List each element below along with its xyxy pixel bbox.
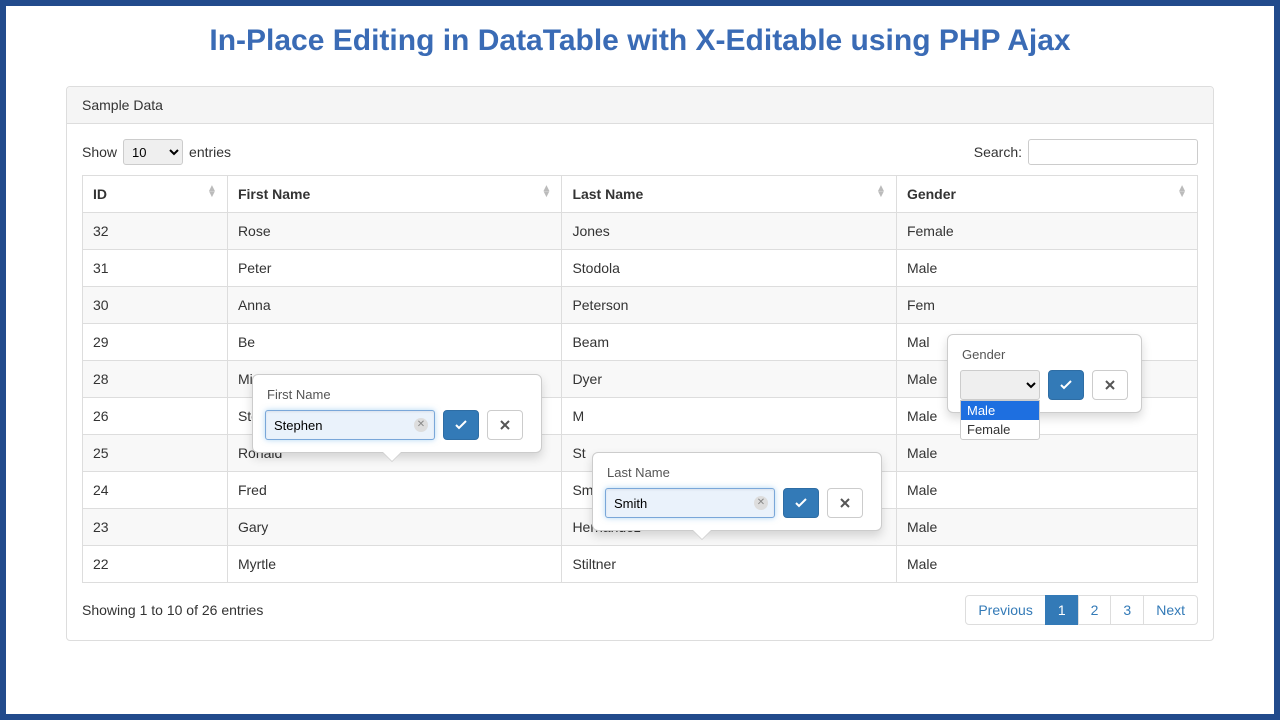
cell-id: 32: [83, 213, 228, 250]
cell-last-name[interactable]: M: [562, 398, 897, 435]
confirm-button[interactable]: [783, 488, 819, 518]
page-prev[interactable]: Previous: [965, 595, 1045, 625]
page-2[interactable]: 2: [1078, 595, 1112, 625]
page-3[interactable]: 3: [1110, 595, 1144, 625]
cell-id: 23: [83, 509, 228, 546]
x-icon: [1105, 380, 1115, 390]
gender-option-male[interactable]: Male: [961, 401, 1039, 420]
cell-id: 24: [83, 472, 228, 509]
panel-body: Show 10 entries Search: ID▲▼ First Name▲…: [67, 124, 1213, 640]
cell-id: 25: [83, 435, 228, 472]
sort-icon: ▲▼: [1177, 186, 1187, 198]
cell-id: 30: [83, 287, 228, 324]
cell-last-name[interactable]: Dyer: [562, 361, 897, 398]
popover-arrow: [383, 452, 401, 461]
cancel-button[interactable]: [487, 410, 523, 440]
cell-gender[interactable]: Male: [896, 435, 1197, 472]
sort-icon: ▲▼: [542, 186, 552, 198]
cell-last-name[interactable]: Peterson: [562, 287, 897, 324]
cell-gender[interactable]: Fem: [896, 287, 1197, 324]
table-row: 30AnnaPetersonFem: [83, 287, 1198, 324]
cell-gender[interactable]: Female: [896, 213, 1197, 250]
popover-title: First Name: [261, 383, 533, 410]
cell-gender[interactable]: Male: [896, 250, 1197, 287]
col-gender[interactable]: Gender▲▼: [896, 176, 1197, 213]
cell-last-name[interactable]: Jones: [562, 213, 897, 250]
cell-id: 29: [83, 324, 228, 361]
check-icon: [1060, 380, 1072, 390]
table-info: Showing 1 to 10 of 26 entries: [82, 602, 263, 618]
cell-gender[interactable]: Male: [896, 546, 1197, 583]
cell-first-name[interactable]: Myrtle: [227, 546, 562, 583]
panel-heading: Sample Data: [67, 87, 1213, 124]
check-icon: [795, 498, 807, 508]
table-row: 22MyrtleStiltnerMale: [83, 546, 1198, 583]
check-icon: [455, 420, 467, 430]
page-title: In-Place Editing in DataTable with X-Edi…: [66, 24, 1214, 58]
search-input[interactable]: [1028, 139, 1198, 165]
cell-first-name[interactable]: Rose: [227, 213, 562, 250]
cell-first-name[interactable]: Gary: [227, 509, 562, 546]
editable-popover-first-name: First Name ✕: [252, 374, 542, 453]
table-row: 32RoseJonesFemale: [83, 213, 1198, 250]
cell-gender[interactable]: Male: [896, 509, 1197, 546]
confirm-button[interactable]: [443, 410, 479, 440]
length-control: Show 10 entries: [82, 139, 231, 165]
search-label: Search:: [974, 144, 1022, 160]
cell-first-name[interactable]: Peter: [227, 250, 562, 287]
confirm-button[interactable]: [1048, 370, 1084, 400]
clear-icon[interactable]: ✕: [414, 418, 428, 432]
gender-dropdown: Male Female: [960, 400, 1040, 440]
gender-option-female[interactable]: Female: [961, 420, 1039, 439]
cell-gender[interactable]: Male: [896, 472, 1197, 509]
show-label: Show: [82, 144, 117, 160]
cell-last-name[interactable]: Beam: [562, 324, 897, 361]
cell-id: 26: [83, 398, 228, 435]
cancel-button[interactable]: [1092, 370, 1128, 400]
editable-popover-gender: Gender Male Female: [947, 334, 1142, 413]
sort-icon: ▲▼: [207, 186, 217, 198]
col-last-name[interactable]: Last Name▲▼: [562, 176, 897, 213]
clear-icon[interactable]: ✕: [754, 496, 768, 510]
cell-last-name[interactable]: Stodola: [562, 250, 897, 287]
x-icon: [500, 420, 510, 430]
cell-id: 31: [83, 250, 228, 287]
search-control: Search:: [974, 139, 1198, 165]
cancel-button[interactable]: [827, 488, 863, 518]
table-row: 31PeterStodolaMale: [83, 250, 1198, 287]
gender-select[interactable]: [960, 370, 1040, 400]
col-id[interactable]: ID▲▼: [83, 176, 228, 213]
page-length-select[interactable]: 10: [123, 139, 183, 165]
popover-title: Last Name: [601, 461, 873, 488]
popover-title: Gender: [956, 343, 1133, 370]
page-1[interactable]: 1: [1045, 595, 1079, 625]
page-next[interactable]: Next: [1143, 595, 1198, 625]
cell-last-name[interactable]: Stiltner: [562, 546, 897, 583]
cell-id: 22: [83, 546, 228, 583]
cell-id: 28: [83, 361, 228, 398]
editable-popover-last-name: Last Name ✕: [592, 452, 882, 531]
sort-icon: ▲▼: [876, 186, 886, 198]
cell-first-name[interactable]: Fred: [227, 472, 562, 509]
cell-first-name[interactable]: Be: [227, 324, 562, 361]
entries-label: entries: [189, 144, 231, 160]
pagination: Previous 1 2 3 Next: [966, 595, 1198, 625]
popover-arrow: [693, 530, 711, 539]
cell-first-name[interactable]: Anna: [227, 287, 562, 324]
col-first-name[interactable]: First Name▲▼: [227, 176, 562, 213]
data-panel: Sample Data Show 10 entries Search: ID▲▼…: [66, 86, 1214, 641]
first-name-input[interactable]: [265, 410, 435, 440]
x-icon: [840, 498, 850, 508]
last-name-input[interactable]: [605, 488, 775, 518]
